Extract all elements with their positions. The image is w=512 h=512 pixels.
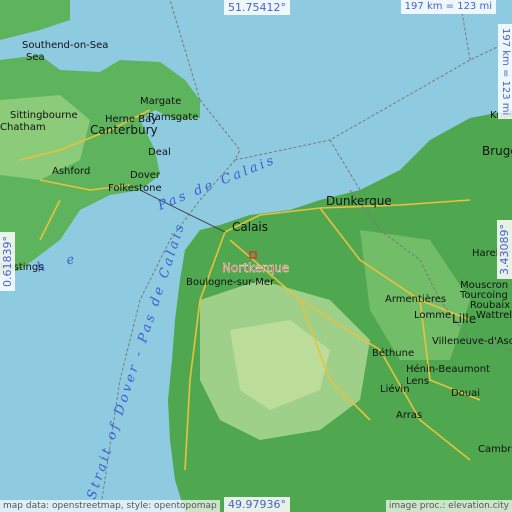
highlight-label: Nortkerque (222, 261, 289, 275)
place-southend: Southend-on-Sea (22, 40, 108, 51)
place-calais: Calais (232, 220, 268, 234)
place-armentieres: Armentières (385, 293, 446, 305)
place-lievin: Liévin (380, 383, 410, 395)
place-douai: Douai (451, 388, 480, 399)
place-dunkerque: Dunkerque (326, 194, 392, 208)
place-villeneuve: Villeneuve-d'Ascq (432, 336, 512, 347)
coord-right: 3.43089° (497, 220, 512, 279)
coord-top: 51.75412° (224, 0, 290, 15)
place-cambrai: Cambrai (478, 444, 512, 455)
place-southend-line2: Sea (26, 52, 45, 63)
attribution-right: image proc.: elevation.city (385, 500, 512, 512)
place-wattrelos: Wattrelos (476, 310, 512, 321)
scale-right: 197 km = 123 mi (498, 24, 512, 120)
map-canvas: Pas de Calais Strait of Dover - Pas de C… (0, 0, 512, 512)
place-chatham: Chatham (0, 122, 46, 133)
scale-top: 197 km = 123 mi (400, 0, 496, 14)
place-brugge: Brugge (482, 144, 512, 158)
place-folkestone: Folkestone (108, 183, 162, 194)
place-margate: Margate (140, 96, 181, 107)
place-arras: Arras (396, 410, 422, 421)
attribution-left: map data: openstreetmap, style: opentopo… (0, 500, 220, 512)
place-deal: Deal (148, 147, 171, 158)
place-ashford: Ashford (52, 166, 90, 177)
place-sittingbourne: Sittingbourne (10, 110, 78, 121)
place-boulogne: Boulogne-sur-Mer (186, 277, 275, 288)
place-henin: Hénin-Beaumont (406, 363, 490, 375)
place-canterbury: Canterbury (90, 123, 158, 137)
map[interactable]: Pas de Calais Strait of Dover - Pas de C… (0, 0, 512, 512)
place-bethune: Béthune (372, 347, 414, 359)
place-lille: Lille (452, 312, 476, 326)
coord-left: 0.61839° (0, 232, 15, 291)
coord-bottom: 49.97936° (224, 497, 290, 512)
place-lomme: Lomme (414, 310, 451, 321)
place-dover: Dover (130, 170, 161, 181)
place-ramsgate: Ramsgate (148, 112, 198, 123)
